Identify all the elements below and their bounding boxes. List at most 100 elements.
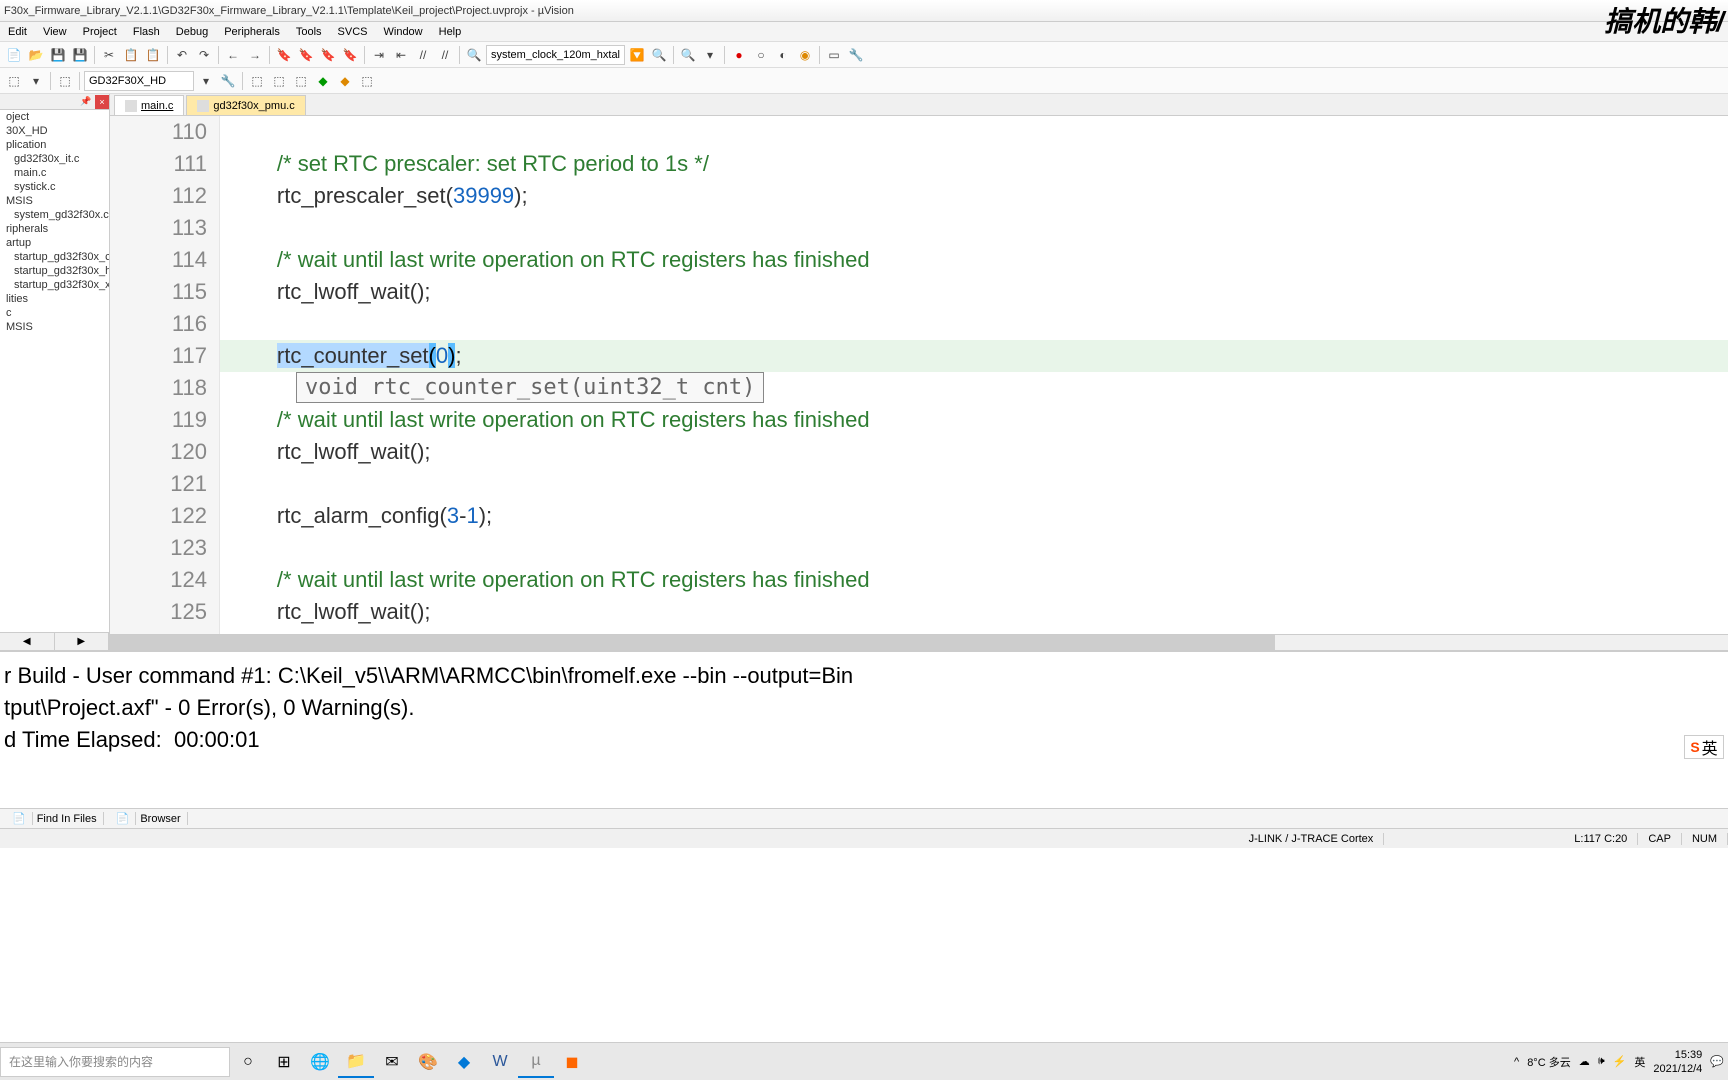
taskbar-clock[interactable]: 15:39 2021/12/4 bbox=[1653, 1048, 1702, 1076]
tray-ime-icon[interactable]: 英 bbox=[1634, 1054, 1645, 1070]
ime-badge[interactable]: S 英 bbox=[1684, 735, 1724, 759]
tree-item[interactable]: gd32f30x_it.c bbox=[0, 152, 109, 166]
nav-back-icon[interactable]: ← bbox=[223, 45, 243, 65]
find-icon[interactable]: 🔍 bbox=[464, 45, 484, 65]
dropdown-icon[interactable]: ▾ bbox=[196, 71, 216, 91]
cut-icon[interactable]: ✂ bbox=[99, 45, 119, 65]
tree-item[interactable]: 30X_HD bbox=[0, 124, 109, 138]
edge-icon[interactable]: 🌐 bbox=[302, 1046, 338, 1078]
menu-tools[interactable]: Tools bbox=[288, 26, 330, 38]
taskbar-search[interactable]: 在这里输入你要搜索的内容 bbox=[0, 1047, 230, 1077]
output-tab[interactable]: 📄Browser bbox=[104, 812, 188, 825]
word-icon[interactable]: W bbox=[482, 1046, 518, 1078]
code-line[interactable]: rtc_lwoff_wait(); bbox=[220, 276, 1728, 308]
config-icon[interactable]: 🔧 bbox=[846, 45, 866, 65]
batch-icon[interactable]: ⬚ bbox=[291, 71, 311, 91]
output-tab[interactable]: 📄Find In Files bbox=[0, 812, 104, 825]
build-icon[interactable]: ⬚ bbox=[247, 71, 267, 91]
code-line[interactable]: rtc_counter_set(0); bbox=[220, 340, 1728, 372]
menu-peripherals[interactable]: Peripherals bbox=[216, 26, 288, 38]
scrollbar-thumb[interactable] bbox=[110, 635, 1275, 650]
open-icon[interactable]: 📂 bbox=[26, 45, 46, 65]
code-line[interactable] bbox=[220, 116, 1728, 148]
copy-icon[interactable]: 📋 bbox=[121, 45, 141, 65]
zoom-dropdown-icon[interactable]: ▾ bbox=[700, 45, 720, 65]
options-icon[interactable]: 🔧 bbox=[218, 71, 238, 91]
build-output[interactable]: r Build - User command #1: C:\Keil_v5\\A… bbox=[0, 650, 1728, 808]
code-line[interactable] bbox=[220, 532, 1728, 564]
rebuild-icon[interactable]: ⬚ bbox=[269, 71, 289, 91]
code-line[interactable]: rtc_lwoff_wait(); bbox=[220, 436, 1728, 468]
menu-svcs[interactable]: SVCS bbox=[330, 26, 376, 38]
tree-item[interactable]: system_gd32f30x.c bbox=[0, 208, 109, 222]
keil-icon[interactable]: µ bbox=[518, 1046, 554, 1078]
tray-icon[interactable]: ☁ bbox=[1579, 1055, 1590, 1068]
code-line[interactable] bbox=[220, 468, 1728, 500]
app-icon-3[interactable]: ◼ bbox=[554, 1046, 590, 1078]
weather-widget[interactable]: 8°C 多云 bbox=[1527, 1054, 1571, 1070]
flash-icon[interactable]: ⬚ bbox=[357, 71, 377, 91]
bp-kill-icon[interactable]: ◐ bbox=[773, 45, 793, 65]
nav-fwd-icon[interactable]: → bbox=[245, 45, 265, 65]
tree-item[interactable]: ripherals bbox=[0, 222, 109, 236]
tree-item[interactable]: lities bbox=[0, 292, 109, 306]
code-line[interactable] bbox=[220, 212, 1728, 244]
tree-tab-scroll-right[interactable]: ▶ bbox=[55, 633, 110, 650]
code-line[interactable] bbox=[220, 308, 1728, 340]
tray-overflow-icon[interactable]: ^ bbox=[1514, 1056, 1519, 1068]
menu-window[interactable]: Window bbox=[376, 26, 431, 38]
bookmark-prev-icon[interactable]: 🔖 bbox=[296, 45, 316, 65]
code-line[interactable]: /* wait until last write operation on RT… bbox=[220, 244, 1728, 276]
code-line[interactable]: /* wait until last write operation on RT… bbox=[220, 564, 1728, 596]
find-next-icon[interactable]: 🔽 bbox=[627, 45, 647, 65]
tree-item[interactable]: c bbox=[0, 306, 109, 320]
bookmark-clear-icon[interactable]: 🔖 bbox=[340, 45, 360, 65]
tree-item[interactable]: oject bbox=[0, 110, 109, 124]
code-line[interactable]: rtc_lwoff_wait(); bbox=[220, 596, 1728, 628]
horizontal-scrollbar[interactable] bbox=[110, 634, 1728, 650]
menu-view[interactable]: View bbox=[35, 26, 75, 38]
code-line[interactable]: rtc_prescaler_set(39999); bbox=[220, 180, 1728, 212]
tree-item[interactable]: startup_gd32f30x_hd.s bbox=[0, 264, 109, 278]
tree-item[interactable]: artup bbox=[0, 236, 109, 250]
build-dropdown-icon[interactable]: ▾ bbox=[26, 71, 46, 91]
outdent-icon[interactable]: ⇤ bbox=[391, 45, 411, 65]
find-combo[interactable]: system_clock_120m_hxtal bbox=[486, 45, 625, 65]
save-all-icon[interactable]: 💾 bbox=[70, 45, 90, 65]
app-icon-2[interactable]: ◆ bbox=[446, 1046, 482, 1078]
menu-project[interactable]: Project bbox=[75, 26, 125, 38]
bookmark-next-icon[interactable]: 🔖 bbox=[318, 45, 338, 65]
menu-help[interactable]: Help bbox=[431, 26, 470, 38]
indent-icon[interactable]: ⇥ bbox=[369, 45, 389, 65]
build-target-icon[interactable]: ⬚ bbox=[55, 71, 75, 91]
tray-icon[interactable]: 🕪 bbox=[1598, 1055, 1605, 1068]
download-icon[interactable]: ◆ bbox=[335, 71, 355, 91]
new-icon[interactable]: 📄 bbox=[4, 45, 24, 65]
undo-icon[interactable]: ↶ bbox=[172, 45, 192, 65]
translate-icon[interactable]: ⬚ bbox=[4, 71, 24, 91]
notifications-icon[interactable]: 💬 bbox=[1710, 1055, 1724, 1068]
paste-icon[interactable]: 📋 bbox=[143, 45, 163, 65]
debug-icon[interactable]: 🔍 bbox=[678, 45, 698, 65]
tree-item[interactable]: systick.c bbox=[0, 180, 109, 194]
file-tab[interactable]: main.c bbox=[114, 95, 184, 115]
close-icon[interactable]: × bbox=[95, 95, 109, 109]
code-line[interactable]: /* wait until last write operation on RT… bbox=[220, 404, 1728, 436]
menu-edit[interactable]: Edit bbox=[0, 26, 35, 38]
window-icon[interactable]: ▭ bbox=[824, 45, 844, 65]
code-content[interactable]: /* set RTC prescaler: set RTC period to … bbox=[220, 116, 1728, 634]
tree-item[interactable]: plication bbox=[0, 138, 109, 152]
comment-icon[interactable]: // bbox=[413, 45, 433, 65]
bp-toggle-icon[interactable]: ◉ bbox=[795, 45, 815, 65]
pin-icon[interactable]: 📌 bbox=[79, 95, 93, 109]
tree-item[interactable]: startup_gd32f30x_xd.s bbox=[0, 278, 109, 292]
task-view-icon[interactable]: ⊞ bbox=[266, 1046, 302, 1078]
tree-tab-scroll-left[interactable]: ◀ bbox=[0, 633, 55, 650]
tree-item[interactable]: MSIS bbox=[0, 320, 109, 334]
incremental-find-icon[interactable]: 🔍 bbox=[649, 45, 669, 65]
mail-icon[interactable]: ✉ bbox=[374, 1046, 410, 1078]
bookmark-icon[interactable]: 🔖 bbox=[274, 45, 294, 65]
menu-debug[interactable]: Debug bbox=[168, 26, 216, 38]
tree-item[interactable]: startup_gd32f30x_cl.s bbox=[0, 250, 109, 264]
stop-build-icon[interactable]: ◆ bbox=[313, 71, 333, 91]
